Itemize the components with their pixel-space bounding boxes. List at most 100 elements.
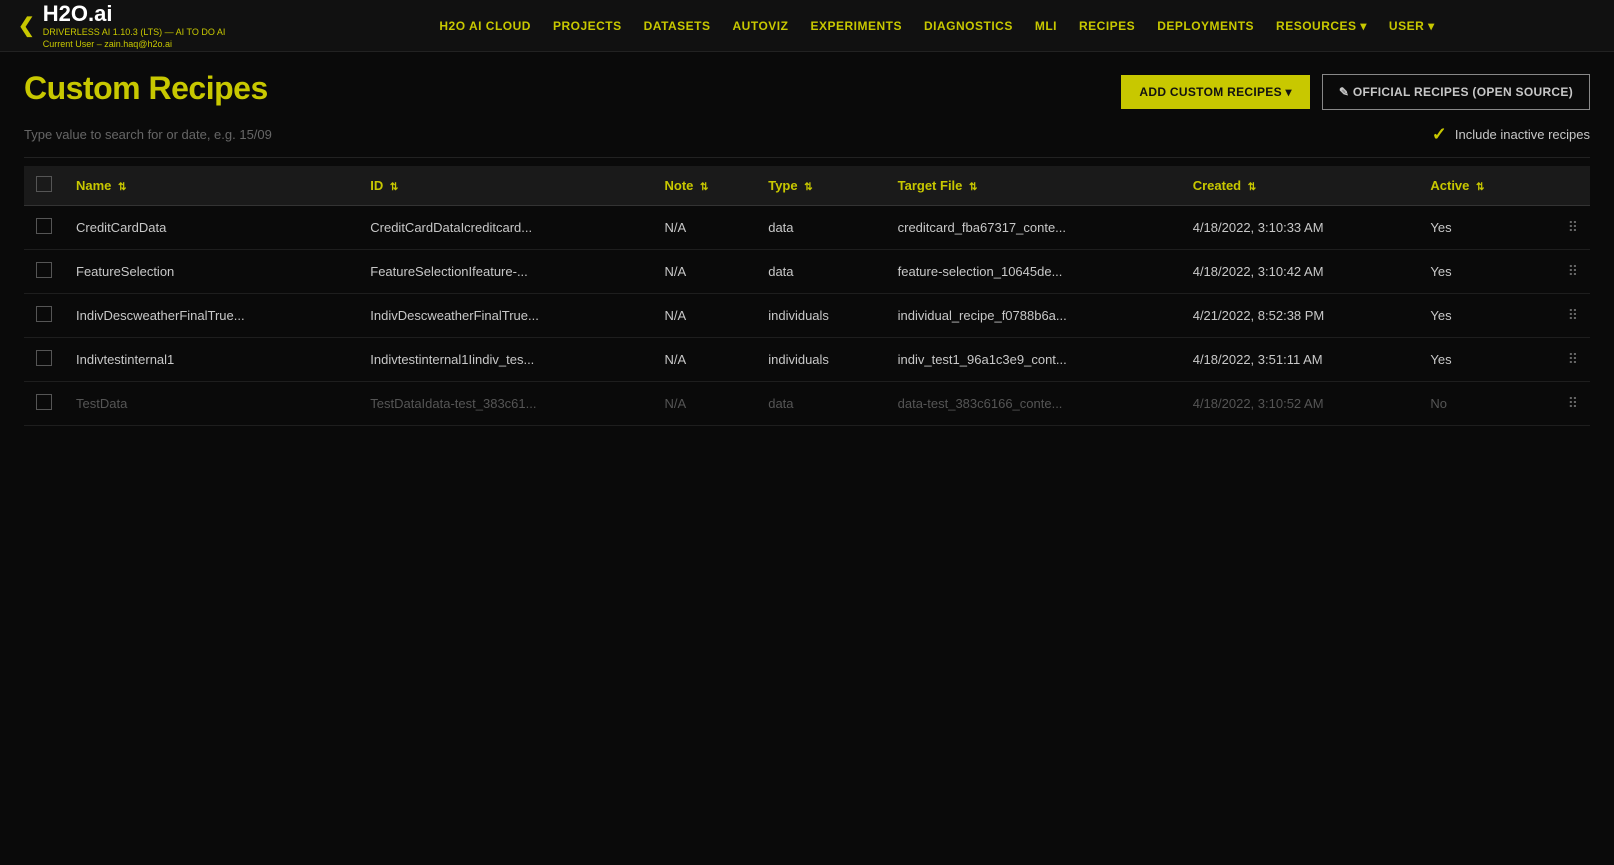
- row-created: 4/18/2022, 3:10:33 AM: [1181, 206, 1419, 250]
- row-type: data: [756, 250, 885, 294]
- row-target-file: individual_recipe_f0788b6a...: [886, 294, 1181, 338]
- row-id: TestDataIdata-test_383c61...: [358, 382, 652, 426]
- nav-deployments[interactable]: DEPLOYMENTS: [1157, 19, 1254, 33]
- th-actions: [1538, 166, 1590, 206]
- row-actions[interactable]: ⠿: [1538, 206, 1590, 250]
- official-recipes-button[interactable]: ✎ OFFICIAL RECIPES (OPEN SOURCE): [1322, 74, 1590, 110]
- row-target-file: indiv_test1_96a1c3e9_cont...: [886, 338, 1181, 382]
- nav-resources[interactable]: RESOURCES ▾: [1276, 19, 1367, 33]
- include-inactive-toggle[interactable]: ✓ Include inactive recipes: [1432, 124, 1590, 145]
- logo-name: H2O.ai: [43, 1, 226, 27]
- row-target-file: feature-selection_10645de...: [886, 250, 1181, 294]
- header-actions: ADD CUSTOM RECIPES ▾ ✎ OFFICIAL RECIPES …: [1121, 74, 1590, 110]
- recipes-table: Name ⇅ ID ⇅ Note ⇅ Type ⇅ Target File ⇅ …: [24, 166, 1590, 426]
- row-note: N/A: [653, 206, 757, 250]
- nav-user[interactable]: USER ▾: [1389, 19, 1435, 33]
- row-menu-icon[interactable]: ⠿: [1568, 263, 1578, 279]
- row-active: Yes: [1418, 294, 1537, 338]
- row-checkbox-cell[interactable]: [24, 382, 64, 426]
- table-row: Indivtestinternal1 Indivtestinternal1Iin…: [24, 338, 1590, 382]
- row-active: Yes: [1418, 338, 1537, 382]
- search-input[interactable]: [24, 127, 444, 142]
- row-checkbox[interactable]: [36, 262, 52, 278]
- th-created[interactable]: Created ⇅: [1181, 166, 1419, 206]
- row-created: 4/18/2022, 3:51:11 AM: [1181, 338, 1419, 382]
- row-id: CreditCardDataIcreditcard...: [358, 206, 652, 250]
- nav-recipes[interactable]: RECIPES: [1079, 19, 1135, 33]
- row-name: CreditCardData: [64, 206, 358, 250]
- row-target-file: data-test_383c6166_conte...: [886, 382, 1181, 426]
- row-note: N/A: [653, 250, 757, 294]
- row-type: individuals: [756, 338, 885, 382]
- row-target-file: creditcard_fba67317_conte...: [886, 206, 1181, 250]
- row-note: N/A: [653, 382, 757, 426]
- row-created: 4/18/2022, 3:10:52 AM: [1181, 382, 1419, 426]
- row-name: FeatureSelection: [64, 250, 358, 294]
- row-checkbox[interactable]: [36, 350, 52, 366]
- row-actions[interactable]: ⠿: [1538, 250, 1590, 294]
- th-type[interactable]: Type ⇅: [756, 166, 885, 206]
- table-row: CreditCardData CreditCardDataIcreditcard…: [24, 206, 1590, 250]
- nav-datasets[interactable]: DATASETS: [644, 19, 711, 33]
- row-actions[interactable]: ⠿: [1538, 294, 1590, 338]
- row-type: data: [756, 382, 885, 426]
- row-checkbox[interactable]: [36, 306, 52, 322]
- row-actions[interactable]: ⠿: [1538, 338, 1590, 382]
- row-menu-icon[interactable]: ⠿: [1568, 395, 1578, 411]
- th-note[interactable]: Note ⇅: [653, 166, 757, 206]
- row-menu-icon[interactable]: ⠿: [1568, 307, 1578, 323]
- table-row: IndivDescweatherFinalTrue... IndivDescwe…: [24, 294, 1590, 338]
- table-body: CreditCardData CreditCardDataIcreditcard…: [24, 206, 1590, 426]
- th-id[interactable]: ID ⇅: [358, 166, 652, 206]
- search-area: ✓ Include inactive recipes: [0, 120, 1614, 157]
- select-all-checkbox[interactable]: [36, 176, 52, 192]
- row-actions[interactable]: ⠿: [1538, 382, 1590, 426]
- nav-diagnostics[interactable]: DIAGNOSTICS: [924, 19, 1013, 33]
- table-container: Name ⇅ ID ⇅ Note ⇅ Type ⇅ Target File ⇅ …: [0, 166, 1614, 426]
- nav-links: H2O AI CLOUD PROJECTS DATASETS AUTOVIZ E…: [278, 19, 1596, 33]
- row-type: individuals: [756, 294, 885, 338]
- row-menu-icon[interactable]: ⠿: [1568, 219, 1578, 235]
- th-check: [24, 166, 64, 206]
- row-active: Yes: [1418, 206, 1537, 250]
- nav-experiments[interactable]: EXPERIMENTS: [810, 19, 902, 33]
- row-active: Yes: [1418, 250, 1537, 294]
- row-menu-icon[interactable]: ⠿: [1568, 351, 1578, 367]
- nav-autoviz[interactable]: AUTOVIZ: [733, 19, 789, 33]
- row-checkbox-cell[interactable]: [24, 338, 64, 382]
- row-checkbox[interactable]: [36, 394, 52, 410]
- row-id: Indivtestinternal1Iindiv_tes...: [358, 338, 652, 382]
- table-row: FeatureSelection FeatureSelectionIfeatur…: [24, 250, 1590, 294]
- divider: [24, 157, 1590, 158]
- nav-projects[interactable]: PROJECTS: [553, 19, 622, 33]
- nav-mli[interactable]: MLI: [1035, 19, 1057, 33]
- include-inactive-label: Include inactive recipes: [1455, 127, 1590, 142]
- add-custom-recipes-button[interactable]: ADD CUSTOM RECIPES ▾: [1121, 75, 1309, 109]
- row-name: TestData: [64, 382, 358, 426]
- nav-h2o-ai-cloud[interactable]: H2O AI CLOUD: [439, 19, 531, 33]
- table-row: TestData TestDataIdata-test_383c61... N/…: [24, 382, 1590, 426]
- row-checkbox-cell[interactable]: [24, 294, 64, 338]
- logo-chevron-icon: ❮: [18, 13, 35, 38]
- th-target-file[interactable]: Target File ⇅: [886, 166, 1181, 206]
- row-active: No: [1418, 382, 1537, 426]
- row-type: data: [756, 206, 885, 250]
- logo-block: H2O.ai DRIVERLESS AI 1.10.3 (LTS) — AI T…: [43, 1, 226, 50]
- page-header: Custom Recipes ADD CUSTOM RECIPES ▾ ✎ OF…: [0, 52, 1614, 120]
- row-note: N/A: [653, 294, 757, 338]
- table-header: Name ⇅ ID ⇅ Note ⇅ Type ⇅ Target File ⇅ …: [24, 166, 1590, 206]
- row-checkbox-cell[interactable]: [24, 250, 64, 294]
- row-id: FeatureSelectionIfeature-...: [358, 250, 652, 294]
- row-name: Indivtestinternal1: [64, 338, 358, 382]
- row-checkbox[interactable]: [36, 218, 52, 234]
- checkmark-icon: ✓: [1432, 124, 1447, 145]
- th-name[interactable]: Name ⇅: [64, 166, 358, 206]
- row-note: N/A: [653, 338, 757, 382]
- row-checkbox-cell[interactable]: [24, 206, 64, 250]
- th-active[interactable]: Active ⇅: [1418, 166, 1537, 206]
- topnav: ❮ H2O.ai DRIVERLESS AI 1.10.3 (LTS) — AI…: [0, 0, 1614, 52]
- row-name: IndivDescweatherFinalTrue...: [64, 294, 358, 338]
- row-created: 4/21/2022, 8:52:38 PM: [1181, 294, 1419, 338]
- logo-area: ❮ H2O.ai DRIVERLESS AI 1.10.3 (LTS) — AI…: [18, 1, 278, 50]
- row-id: IndivDescweatherFinalTrue...: [358, 294, 652, 338]
